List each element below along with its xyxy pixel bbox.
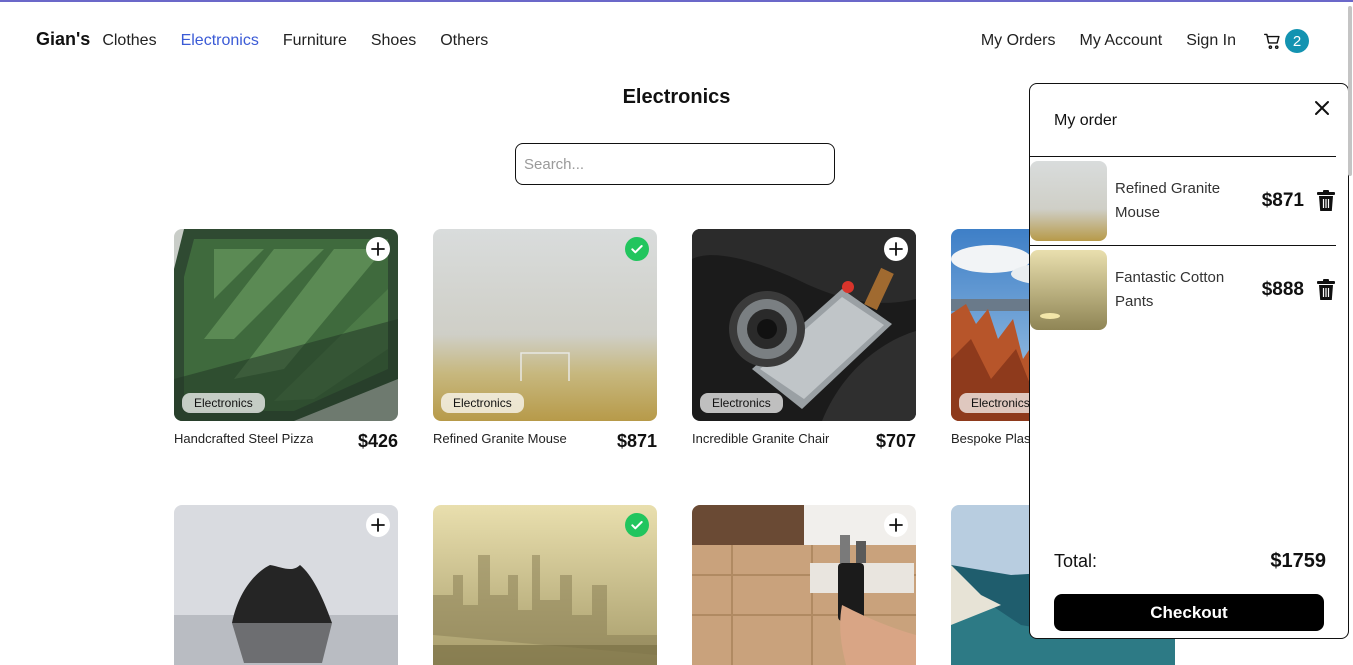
product-price: $426 xyxy=(357,431,398,451)
order-item: Refined Granite Mouse $871 xyxy=(1030,161,1336,241)
cart-button[interactable]: 2 xyxy=(1264,29,1309,53)
product-info: Incredible Granite Chair $707 xyxy=(692,431,916,452)
nav-link-sign-in[interactable]: Sign In xyxy=(1186,32,1236,50)
nav-link-my-account[interactable]: My Account xyxy=(1079,32,1162,50)
add-to-cart-button[interactable] xyxy=(884,513,908,537)
order-item-name: Fantastic Cotton Pants xyxy=(1115,269,1225,310)
nav-link-clothes[interactable]: Clothes xyxy=(102,32,156,50)
order-item-name: Refined Granite Mouse xyxy=(1115,180,1221,221)
category-tag: Electronics xyxy=(182,393,265,413)
in-cart-button[interactable] xyxy=(625,513,649,537)
nav-link-my-orders[interactable]: My Orders xyxy=(981,32,1056,50)
add-to-cart-button[interactable] xyxy=(884,237,908,261)
nav-right: My Orders My Account Sign In 2 xyxy=(957,29,1309,53)
trash-icon[interactable] xyxy=(1316,279,1336,301)
total-label: Total: xyxy=(1054,551,1098,571)
order-item: Fantastic Cotton Pants $888 xyxy=(1030,250,1336,330)
search-input[interactable] xyxy=(515,143,835,185)
product-name: Refined Granite Mouse xyxy=(433,431,567,446)
order-item-image xyxy=(1030,161,1107,241)
order-item-price: $871 xyxy=(1261,190,1304,211)
add-to-cart-button[interactable] xyxy=(366,513,390,537)
product-image[interactable]: Electronics xyxy=(433,229,657,421)
order-side-panel: My order Refined Granite Mouse $871 Fant… xyxy=(1029,83,1349,639)
product-price: $871 xyxy=(616,431,657,451)
total-row: Total: $1759 xyxy=(1054,550,1326,573)
product-image[interactable] xyxy=(174,505,398,665)
close-icon[interactable] xyxy=(1310,96,1334,120)
product-card[interactable] xyxy=(433,505,657,665)
product-photo xyxy=(174,505,398,665)
product-name: Handcrafted Steel Pizza xyxy=(174,431,314,446)
order-item-photo xyxy=(1030,250,1107,330)
nav-link-furniture[interactable]: Furniture xyxy=(283,32,347,50)
product-photo xyxy=(692,505,916,665)
nav-link-electronics[interactable]: Electronics xyxy=(181,32,259,50)
brand-logo[interactable]: Gian's xyxy=(36,29,90,50)
navbar: Gian's Clothes Electronics Furniture Sho… xyxy=(0,2,1353,80)
product-card[interactable]: Electronics Refined Granite Mouse $871 xyxy=(433,229,657,452)
panel-title: My order xyxy=(1054,112,1118,129)
product-info: Handcrafted Steel Pizza $426 xyxy=(174,431,398,452)
cart-count-badge: 2 xyxy=(1285,29,1309,53)
trash-icon[interactable] xyxy=(1316,190,1336,212)
plus-icon xyxy=(889,518,903,532)
order-item-price: $888 xyxy=(1261,279,1304,300)
in-cart-button[interactable] xyxy=(625,237,649,261)
product-photo xyxy=(433,505,657,665)
order-item-image xyxy=(1030,250,1107,330)
order-item-photo xyxy=(1030,161,1107,241)
check-icon xyxy=(631,521,643,530)
cart-icon xyxy=(1264,33,1280,49)
checkout-button[interactable]: Checkout xyxy=(1054,594,1324,631)
add-to-cart-button[interactable] xyxy=(366,237,390,261)
product-price: $707 xyxy=(875,431,916,451)
product-card[interactable]: Electronics Handcrafted Steel Pizza $426 xyxy=(174,229,398,452)
plus-icon xyxy=(371,242,385,256)
product-name: Incredible Granite Chair xyxy=(692,431,830,446)
total-value: $1759 xyxy=(1270,550,1326,572)
product-card[interactable] xyxy=(692,505,916,665)
product-card[interactable] xyxy=(174,505,398,665)
product-image[interactable] xyxy=(433,505,657,665)
divider xyxy=(1030,156,1336,157)
product-name: Bespoke Plast xyxy=(951,431,1035,446)
plus-icon xyxy=(889,242,903,256)
product-image[interactable]: Electronics xyxy=(692,229,916,421)
nav-link-shoes[interactable]: Shoes xyxy=(371,32,416,50)
divider xyxy=(1030,245,1336,246)
product-card[interactable]: Electronics Incredible Granite Chair $70… xyxy=(692,229,916,452)
category-tag: Electronics xyxy=(700,393,783,413)
nav-link-others[interactable]: Others xyxy=(440,32,488,50)
product-image[interactable] xyxy=(692,505,916,665)
check-icon xyxy=(631,245,643,254)
product-image[interactable]: Electronics xyxy=(174,229,398,421)
plus-icon xyxy=(371,518,385,532)
nav-left: Gian's Clothes Electronics Furniture Sho… xyxy=(36,29,512,50)
page-scrollbar[interactable] xyxy=(1347,4,1353,665)
product-info: Refined Granite Mouse $871 xyxy=(433,431,657,452)
scrollbar-thumb[interactable] xyxy=(1348,6,1352,176)
category-tag: Electronics xyxy=(441,393,524,413)
